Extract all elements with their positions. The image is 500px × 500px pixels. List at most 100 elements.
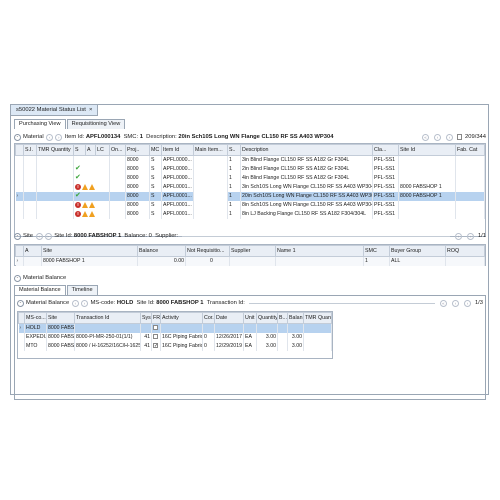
table-row[interactable]: ✔ 8000 S APFL0000... 1 2in Blind Flange CL150… bbox=[15, 164, 485, 174]
cell-activity: 16C Piping Fabric... bbox=[160, 332, 203, 342]
col-site[interactable]: Site bbox=[46, 312, 75, 324]
cell-a bbox=[23, 256, 42, 266]
cell-unit: EA bbox=[243, 341, 257, 351]
table-row[interactable]: ! 8000 S APFL0001... 1 8in LJ Backing Flange … bbox=[15, 209, 485, 219]
col-a[interactable]: A bbox=[85, 144, 96, 156]
tab-purchasing-view[interactable]: Purchasing View bbox=[14, 119, 66, 129]
col-ms-code[interactable]: MS-co... bbox=[24, 312, 47, 324]
col-quantity[interactable]: Quantity bbox=[256, 312, 278, 324]
col-on[interactable]: On... bbox=[109, 144, 126, 156]
tab-timeline[interactable]: Timeline bbox=[66, 285, 98, 295]
prev-record-icon[interactable]: ‹ bbox=[451, 299, 459, 307]
col-activity[interactable]: Activity bbox=[160, 312, 203, 324]
collapse-icon[interactable]: - bbox=[14, 232, 21, 240]
next-record-icon[interactable]: › bbox=[463, 299, 471, 307]
cell-site-id bbox=[398, 155, 456, 165]
col-name1[interactable]: Name 1 bbox=[275, 245, 364, 257]
col-unit[interactable]: Unit bbox=[243, 312, 257, 324]
table-row[interactable]: MTO8000 FABS...8000 / H-16252/16C/H-1625… bbox=[18, 341, 332, 351]
col-b[interactable]: B... bbox=[277, 312, 288, 324]
tab-material-balance[interactable]: Material Balance bbox=[14, 285, 66, 295]
col-main-item[interactable]: Main Item... bbox=[193, 144, 228, 156]
col-lc[interactable]: LC bbox=[95, 144, 110, 156]
cell-cor: 0 bbox=[202, 341, 215, 351]
close-icon[interactable]: × bbox=[89, 107, 92, 113]
cell-sys bbox=[140, 323, 152, 333]
cell-proj: 8000 bbox=[125, 209, 150, 219]
check-icon: ✔ bbox=[75, 174, 81, 181]
tab-requisitioning-view[interactable]: Requisitioning View bbox=[66, 119, 126, 129]
col-transaction-id[interactable]: Transaction Id bbox=[74, 312, 141, 324]
collapse-icon[interactable]: - bbox=[17, 299, 24, 307]
smc-label: SMC: bbox=[123, 134, 139, 140]
prev-icon[interactable]: ‹ bbox=[46, 133, 54, 141]
table-row[interactable]: ! 8000 S APFL0001... 1 8in Sch10S Long WN Fla… bbox=[15, 200, 485, 210]
col-date[interactable]: Date bbox=[214, 312, 244, 324]
col-site-id[interactable]: Site Id bbox=[398, 144, 456, 156]
col-not-requisitioned[interactable]: Not Requisitio... bbox=[185, 245, 230, 257]
prev-record-icon[interactable]: ‹ bbox=[434, 133, 442, 141]
col-balance[interactable]: Balan... bbox=[287, 312, 304, 324]
prev-icon[interactable]: ‹ bbox=[71, 299, 79, 307]
col-s[interactable]: S bbox=[73, 144, 86, 156]
ms-code-label: MS-code: bbox=[90, 300, 116, 306]
collapse-icon[interactable]: - bbox=[14, 133, 21, 141]
col-a[interactable]: A bbox=[23, 245, 42, 257]
table-row[interactable]: › 8000 FABSHOP 1 0.00 0 1 ALL bbox=[15, 256, 485, 266]
col-roq[interactable]: ROQ bbox=[445, 245, 485, 257]
col-si[interactable]: S.I. bbox=[23, 144, 37, 156]
col-mc[interactable]: MC bbox=[149, 144, 162, 156]
collapse-icon[interactable]: - bbox=[14, 274, 21, 282]
col-class[interactable]: Cla... bbox=[372, 144, 399, 156]
col-site[interactable]: Site bbox=[41, 245, 138, 257]
cell-status: ! bbox=[73, 182, 110, 192]
record-count: 1/3 bbox=[474, 300, 483, 306]
fr-checkbox[interactable] bbox=[153, 334, 158, 340]
col-tmr-quantity[interactable]: TMR Quantity bbox=[303, 312, 332, 324]
table-row[interactable]: ✔ 8000 S APFL0000... 1 4in Blind Flange CL150… bbox=[15, 173, 485, 183]
cell-ms-code: EXPEDI... bbox=[24, 332, 47, 342]
col-cor[interactable]: Cor.. bbox=[202, 312, 215, 324]
col-supplier[interactable]: Supplier bbox=[229, 245, 276, 257]
next-icon[interactable]: › bbox=[80, 299, 88, 307]
cell-mc: S bbox=[149, 209, 162, 219]
prev-record-icon[interactable]: ‹ bbox=[454, 232, 462, 240]
table-row[interactable]: EXPEDI...8000 FABS...8000-PI-MR-250-01(1… bbox=[18, 332, 332, 342]
next-record-icon[interactable]: › bbox=[446, 133, 454, 141]
col-fab-cat[interactable]: Fab. Cat bbox=[455, 144, 485, 156]
col-sys[interactable]: Sys.. bbox=[140, 312, 152, 324]
cell-s2: 1 bbox=[227, 155, 241, 165]
fr-checkbox[interactable] bbox=[153, 325, 158, 331]
col-item-id[interactable]: Item Id bbox=[161, 144, 194, 156]
document-tab-label: s50022 Material Status List bbox=[16, 107, 86, 113]
next-icon[interactable]: › bbox=[55, 133, 63, 141]
table-row[interactable]: ! 8000 S APFL0001... 1 3in Sch10S Long WN Fla… bbox=[15, 182, 485, 192]
prev-icon[interactable]: ‹ bbox=[35, 232, 43, 240]
first-record-icon[interactable]: « bbox=[439, 299, 447, 307]
table-row[interactable]: › ✔ 8000 S APFL0001... 1 20in Sch10S Long WN F… bbox=[15, 191, 485, 201]
col-balance[interactable]: Balance bbox=[137, 245, 186, 257]
col-smc[interactable]: SMC bbox=[363, 245, 390, 257]
fr-checkbox[interactable] bbox=[153, 343, 158, 349]
col-fr[interactable]: FR bbox=[151, 312, 161, 324]
table-row[interactable]: 8000 S APFL0000... 1 3in Blind Flange CL150 … bbox=[15, 155, 485, 165]
col-proj[interactable]: Proj.. bbox=[125, 144, 150, 156]
table-row[interactable]: ›HOLD8000 FABS... bbox=[18, 323, 332, 333]
col-description[interactable]: Description bbox=[240, 144, 373, 156]
cell-main-item bbox=[193, 200, 228, 210]
first-record-icon[interactable]: « bbox=[422, 133, 430, 141]
next-icon[interactable]: › bbox=[44, 232, 52, 240]
col-indicator bbox=[15, 144, 24, 156]
cell-class: PFL-SS1 bbox=[372, 155, 399, 165]
material-balance-title: Material Balance bbox=[23, 275, 67, 281]
cell-status: ✔ bbox=[73, 164, 110, 174]
col-tmr-quantity[interactable]: TMR Quantity bbox=[36, 144, 74, 156]
material-grid-header: S.I. TMR Quantity S A LC On... Proj.. MC… bbox=[15, 144, 485, 156]
col-buyer-group[interactable]: Buyer Group bbox=[389, 245, 446, 257]
col-s2[interactable]: S.. bbox=[227, 144, 241, 156]
cell-mc: S bbox=[149, 173, 162, 183]
next-record-icon[interactable]: › bbox=[466, 232, 474, 240]
document-tab[interactable]: s50022 Material Status List × bbox=[11, 105, 99, 116]
material-balance-grid: MS-co... Site Transaction Id Sys.. FR Ac… bbox=[17, 311, 333, 359]
cell-tmr-quantity bbox=[303, 332, 332, 342]
